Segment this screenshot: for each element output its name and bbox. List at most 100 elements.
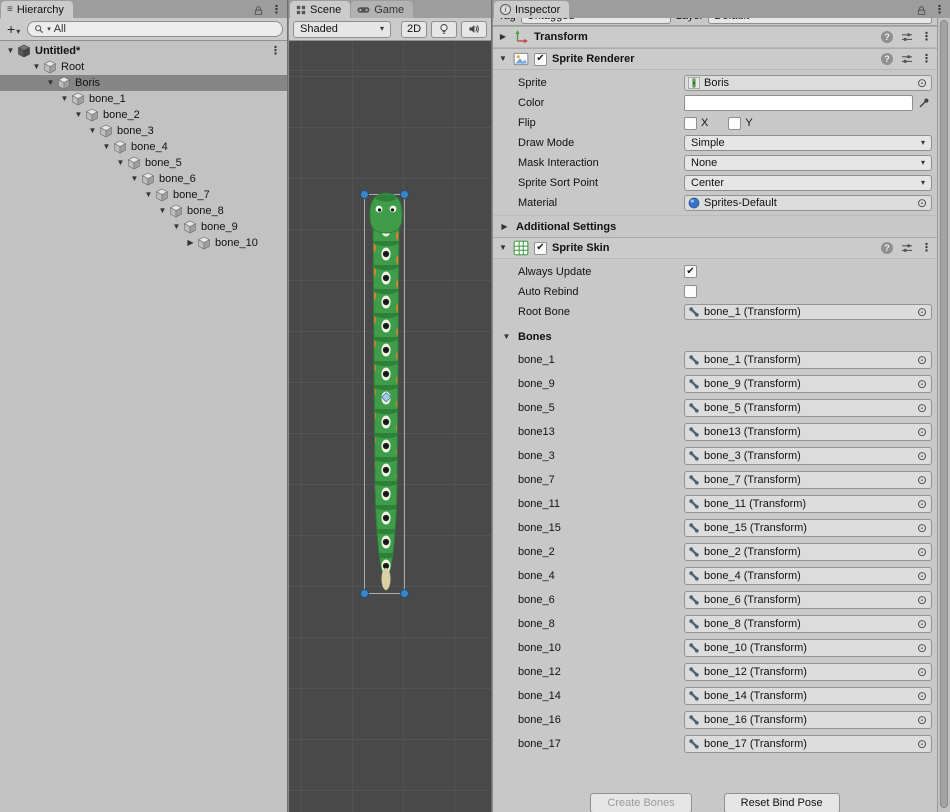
sort-point-dropdown[interactable]: Center ▾: [684, 175, 932, 191]
object-picker-icon[interactable]: ⊙: [917, 594, 928, 606]
bone-object-field[interactable]: bone_2 (Transform)⊙: [684, 543, 932, 561]
shading-mode-dropdown[interactable]: Shaded ▾: [293, 21, 391, 38]
hierarchy-item-root[interactable]: ▼ Root: [0, 59, 287, 75]
hierarchy-item-bone-6[interactable]: ▼ bone_6: [0, 171, 287, 187]
sprite-boris-in-scene[interactable]: [289, 41, 492, 812]
object-picker-icon[interactable]: ⊙: [917, 402, 928, 414]
presets-icon[interactable]: [901, 53, 913, 65]
additional-settings-foldout[interactable]: ▶ Additional Settings: [493, 215, 937, 237]
component-menu-icon[interactable]: ⋮: [921, 32, 932, 43]
foldout-icon[interactable]: ▼: [498, 55, 508, 63]
sprite-renderer-component-header[interactable]: ▼ ✔ Sprite Renderer ? ⋮: [493, 48, 937, 70]
bone-object-field[interactable]: bone_11 (Transform)⊙: [684, 495, 932, 513]
flip-y-checkbox[interactable]: [728, 117, 741, 130]
bone-object-field[interactable]: bone_3 (Transform)⊙: [684, 447, 932, 465]
material-object-field[interactable]: Sprites-Default ⊙: [684, 195, 932, 211]
foldout-icon[interactable]: ▼: [30, 63, 43, 71]
bone-object-field[interactable]: bone_15 (Transform)⊙: [684, 519, 932, 537]
object-picker-icon[interactable]: ⊙: [917, 354, 928, 366]
foldout-icon[interactable]: ▼: [44, 79, 57, 87]
selection-handle-top-left[interactable]: [361, 191, 369, 199]
always-update-checkbox[interactable]: ✔: [684, 265, 697, 278]
mask-interaction-dropdown[interactable]: None ▾: [684, 155, 932, 171]
hierarchy-item-bone-4[interactable]: ▼ bone_4: [0, 139, 287, 155]
help-icon[interactable]: ?: [881, 53, 893, 65]
bone-object-field[interactable]: bone_14 (Transform)⊙: [684, 687, 932, 705]
reset-bind-pose-button[interactable]: Reset Bind Pose: [724, 793, 840, 812]
bone-object-field[interactable]: bone_9 (Transform)⊙: [684, 375, 932, 393]
selection-handle-bottom-right[interactable]: [401, 590, 409, 598]
foldout-icon[interactable]: ▼: [100, 143, 113, 151]
panel-menu-icon[interactable]: ⋮: [934, 5, 945, 16]
foldout-icon[interactable]: ▼: [142, 191, 155, 199]
object-picker-icon[interactable]: ⊙: [917, 618, 928, 630]
component-menu-icon[interactable]: ⋮: [921, 54, 932, 65]
foldout-icon[interactable]: ▼: [156, 207, 169, 215]
object-picker-icon[interactable]: ⊙: [917, 450, 928, 462]
object-picker-icon[interactable]: ⊙: [917, 378, 928, 390]
foldout-icon[interactable]: ▶: [184, 239, 197, 247]
selection-handle-top-right[interactable]: [401, 191, 409, 199]
eyedropper-button[interactable]: [916, 95, 932, 111]
bone-object-field[interactable]: bone_6 (Transform)⊙: [684, 591, 932, 609]
bone-object-field[interactable]: bone_10 (Transform)⊙: [684, 639, 932, 657]
sprite-object-field[interactable]: Boris ⊙: [684, 75, 932, 91]
foldout-icon[interactable]: ▼: [498, 244, 508, 252]
foldout-icon[interactable]: ▼: [170, 223, 183, 231]
color-swatch-field[interactable]: [684, 95, 913, 111]
help-icon[interactable]: ?: [881, 242, 893, 254]
hierarchy-item-bone-3[interactable]: ▼ bone_3: [0, 123, 287, 139]
hierarchy-item-bone-7[interactable]: ▼ bone_7: [0, 187, 287, 203]
foldout-icon[interactable]: ▶: [498, 223, 511, 231]
object-picker-icon[interactable]: ⊙: [917, 522, 928, 534]
object-picker-icon[interactable]: ⊙: [917, 738, 928, 750]
bone-object-field[interactable]: bone_7 (Transform)⊙: [684, 471, 932, 489]
object-picker-icon[interactable]: ⊙: [917, 642, 928, 654]
flip-x-checkbox[interactable]: [684, 117, 697, 130]
bone-object-field[interactable]: bone_4 (Transform)⊙: [684, 567, 932, 585]
scene-audio-button[interactable]: [461, 21, 487, 38]
object-picker-icon[interactable]: ⊙: [917, 197, 928, 209]
hierarchy-item-boris[interactable]: ▼ Boris: [0, 75, 287, 91]
tag-dropdown[interactable]: Untagged ▾: [521, 18, 671, 24]
object-picker-icon[interactable]: ⊙: [917, 714, 928, 726]
foldout-icon[interactable]: ▼: [86, 127, 99, 135]
lock-icon[interactable]: [253, 5, 264, 16]
auto-rebind-checkbox[interactable]: [684, 285, 697, 298]
hierarchy-item-bone-10[interactable]: ▶ bone_10: [0, 235, 287, 251]
sprite-skin-component-header[interactable]: ▼ ✔ Sprite Skin ? ⋮: [493, 237, 937, 259]
scene-menu-icon[interactable]: ⋮: [270, 46, 281, 57]
bone-object-field[interactable]: bone_1 (Transform)⊙: [684, 351, 932, 369]
hierarchy-search-input[interactable]: ▾ All: [27, 21, 283, 37]
toggle-2d-button[interactable]: 2D: [401, 21, 427, 38]
hierarchy-item-bone-5[interactable]: ▼ bone_5: [0, 155, 287, 171]
hierarchy-item-bone-9[interactable]: ▼ bone_9: [0, 219, 287, 235]
foldout-icon[interactable]: ▼: [128, 175, 141, 183]
hierarchy-item-bone-8[interactable]: ▼ bone_8: [0, 203, 287, 219]
sprite-renderer-enabled-checkbox[interactable]: ✔: [534, 53, 547, 66]
hierarchy-item-bone-1[interactable]: ▼ bone_1: [0, 91, 287, 107]
lock-icon[interactable]: [916, 5, 927, 16]
selection-handle-bottom-left[interactable]: [361, 590, 369, 598]
hierarchy-item-untitled[interactable]: ▼ Untitled* ⋮: [0, 43, 287, 59]
bone-object-field[interactable]: bone_8 (Transform)⊙: [684, 615, 932, 633]
object-picker-icon[interactable]: ⊙: [917, 426, 928, 438]
foldout-icon[interactable]: ▼: [114, 159, 127, 167]
transform-component-header[interactable]: ▶ Transform ? ⋮: [493, 26, 937, 48]
bone-object-field[interactable]: bone_5 (Transform)⊙: [684, 399, 932, 417]
object-picker-icon[interactable]: ⊙: [917, 474, 928, 486]
object-picker-icon[interactable]: ⊙: [917, 77, 928, 89]
bone-object-field[interactable]: bone_16 (Transform)⊙: [684, 711, 932, 729]
tab-inspector[interactable]: i Inspector: [494, 1, 569, 18]
bone-object-field[interactable]: bone13 (Transform)⊙: [684, 423, 932, 441]
create-bones-button[interactable]: Create Bones: [590, 793, 691, 812]
presets-icon[interactable]: [901, 242, 913, 254]
draw-mode-dropdown[interactable]: Simple ▾: [684, 135, 932, 151]
foldout-icon[interactable]: ▼: [58, 95, 71, 103]
tab-scene[interactable]: Scene: [290, 1, 350, 18]
foldout-icon[interactable]: ▶: [498, 33, 508, 41]
foldout-icon[interactable]: ▼: [4, 47, 17, 55]
create-object-button[interactable]: + ▾: [4, 21, 23, 37]
inspector-scrollbar[interactable]: [937, 18, 950, 812]
object-picker-icon[interactable]: ⊙: [917, 666, 928, 678]
